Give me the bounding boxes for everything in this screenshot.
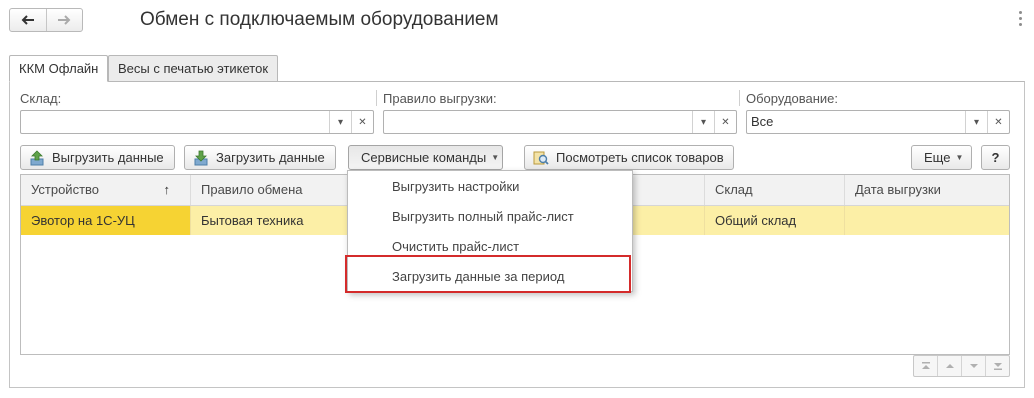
service-commands-label: Сервисные команды <box>361 150 487 165</box>
more-label: Еще <box>924 150 951 165</box>
scroll-first-button[interactable] <box>914 356 937 376</box>
menu-item-upload-settings[interactable]: Выгрузить настройки <box>348 172 632 202</box>
view-products-button[interactable]: Посмотреть список товаров <box>524 145 734 170</box>
clear-icon[interactable]: ✕ <box>351 111 373 133</box>
chevron-up-icon <box>945 364 954 368</box>
upload-data-button[interactable]: Выгрузить данные <box>20 145 175 170</box>
menu-item-clear-pricelist[interactable]: Очистить прайс-лист <box>348 232 632 262</box>
warehouse-value[interactable] <box>21 111 329 133</box>
back-button[interactable] <box>10 9 46 31</box>
column-upload-date[interactable]: Дата выгрузки <box>845 175 1009 205</box>
tab-kkm-offline[interactable]: ККМ Офлайн <box>9 55 109 82</box>
clear-icon[interactable]: ✕ <box>987 111 1009 133</box>
window-title: Обмен с подключаемым оборудованием <box>140 9 499 30</box>
column-warehouse[interactable]: Склад <box>705 175 845 205</box>
navigation-buttons <box>9 8 83 32</box>
chevron-down-icon: ▼ <box>955 153 964 162</box>
scroll-down-button[interactable] <box>961 356 985 376</box>
upload-data-label: Выгрузить данные <box>52 150 164 165</box>
filter-divider <box>376 90 377 106</box>
table-navigation <box>913 355 1010 377</box>
tab-label-scales[interactable]: Весы с печатью этикеток <box>108 55 279 82</box>
cell-rule[interactable]: Бытовая техника <box>191 206 349 235</box>
chevron-down-icon: ▼ <box>491 153 500 162</box>
cell-upload-date[interactable] <box>845 206 1009 235</box>
forward-button[interactable] <box>45 9 83 31</box>
service-commands-button[interactable]: Сервисные команды ▼ <box>348 145 503 170</box>
chevron-down-icon <box>969 364 978 368</box>
rule-field[interactable]: ▾ ✕ <box>383 110 737 134</box>
search-list-icon <box>533 150 549 166</box>
scroll-up-button[interactable] <box>937 356 961 376</box>
download-icon <box>193 150 209 166</box>
cell-device[interactable]: Эвотор на 1С-УЦ <box>21 206 191 235</box>
rule-label: Правило выгрузки: <box>383 91 497 106</box>
rule-value[interactable] <box>384 111 692 133</box>
menu-item-upload-full-pricelist[interactable]: Выгрузить полный прайс-лист <box>348 202 632 232</box>
last-page-icon <box>993 363 1002 370</box>
dropdown-arrow-icon[interactable]: ▾ <box>329 111 351 133</box>
download-data-button[interactable]: Загрузить данные <box>184 145 336 170</box>
arrow-right-icon <box>58 15 71 25</box>
upload-icon <box>29 149 45 166</box>
equipment-field[interactable]: Все ▾ ✕ <box>746 110 1010 134</box>
first-page-icon <box>921 362 930 369</box>
more-button[interactable]: Еще ▼ <box>911 145 972 170</box>
sort-ascending-icon: ↑ <box>163 182 171 197</box>
help-button[interactable]: ? <box>981 145 1010 170</box>
dropdown-arrow-icon[interactable]: ▾ <box>965 111 987 133</box>
service-commands-menu: Выгрузить настройки Выгрузить полный пра… <box>347 170 633 292</box>
dropdown-arrow-icon[interactable]: ▾ <box>692 111 714 133</box>
equipment-value[interactable]: Все <box>747 111 965 133</box>
warehouse-label: Склад: <box>20 91 62 106</box>
equipment-label: Оборудование: <box>746 91 839 106</box>
warehouse-field[interactable]: ▾ ✕ <box>20 110 374 134</box>
column-rule[interactable]: Правило обмена <box>191 175 349 205</box>
filter-divider <box>739 90 740 106</box>
cell-warehouse[interactable]: Общий склад <box>705 206 845 235</box>
more-actions-icon[interactable] <box>1012 8 1028 28</box>
view-products-label: Посмотреть список товаров <box>556 150 724 165</box>
column-device[interactable]: Устройство ↑ <box>21 175 191 205</box>
download-data-label: Загрузить данные <box>216 150 325 165</box>
menu-item-load-data-period[interactable]: Загрузить данные за период <box>348 262 632 292</box>
help-label: ? <box>991 150 1000 165</box>
arrow-left-icon <box>21 15 34 25</box>
clear-icon[interactable]: ✕ <box>714 111 736 133</box>
scroll-last-button[interactable] <box>985 356 1009 376</box>
